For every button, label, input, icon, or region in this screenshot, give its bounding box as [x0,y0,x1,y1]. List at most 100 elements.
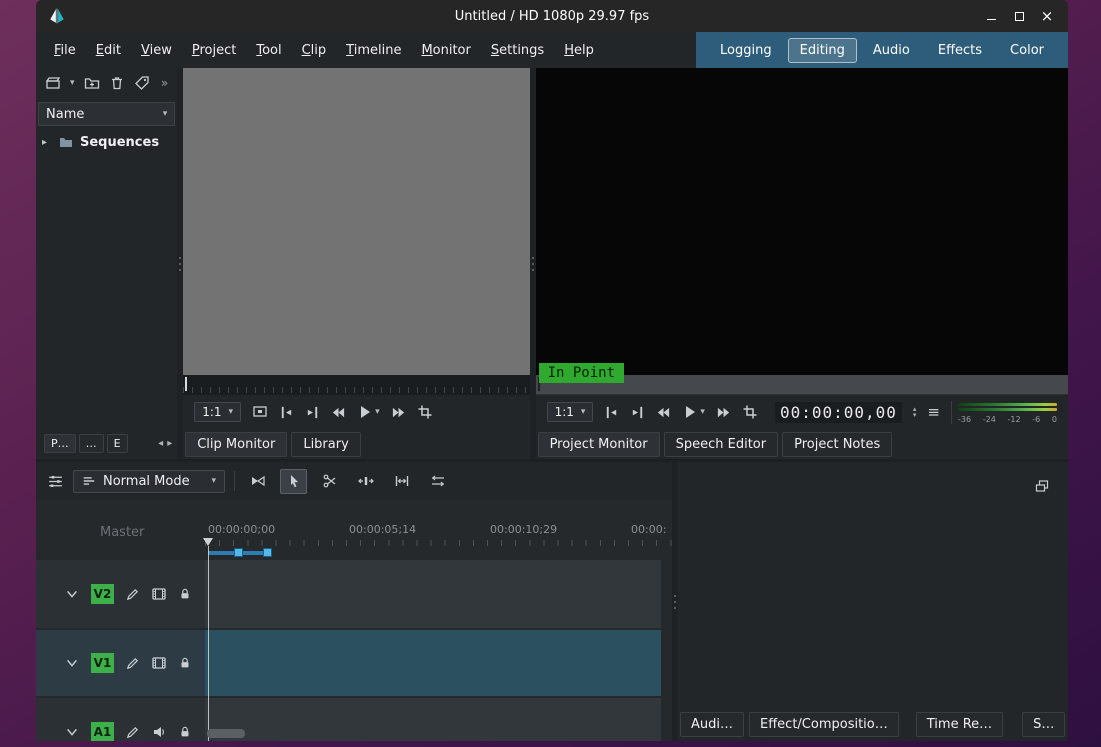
collapse-track-icon[interactable] [64,587,80,601]
toolbar-overflow-icon[interactable]: » [161,76,168,90]
tab-project-monitor[interactable]: Project Monitor [538,432,660,457]
bin-tab-middle[interactable]: … [79,434,104,453]
rewind-icon[interactable] [331,405,346,420]
tab-subtitles[interactable]: S… [1022,712,1065,737]
workspace-tab-logging[interactable]: Logging [708,38,784,63]
tab-effect-composition-stack[interactable]: Effect/Compositio… [749,712,899,737]
video-track-icon[interactable] [151,655,167,671]
collapse-track-icon[interactable] [64,725,80,739]
lock-track-icon[interactable] [178,656,192,670]
menu-timeline[interactable]: Timeline [336,39,411,62]
fast-forward-icon[interactable] [391,405,406,420]
timeline-horizontal-scrollbar[interactable] [207,729,245,738]
tab-audio-mixer[interactable]: Audi… [680,712,744,737]
track-lane-v1[interactable] [205,630,661,696]
slip-tool-icon[interactable] [424,469,451,494]
add-clip-icon[interactable] [45,75,61,91]
lock-track-icon[interactable] [178,587,192,601]
track-badge[interactable]: A1 [91,722,114,741]
close-button[interactable]: × [1040,9,1054,23]
menu-file[interactable]: File [44,39,86,62]
mix-clips-icon[interactable] [244,469,271,494]
bin-tab-e[interactable]: E [107,434,128,453]
set-in-point-icon[interactable] [604,405,619,420]
tab-clip-monitor[interactable]: Clip Monitor [185,432,287,457]
fast-forward-icon[interactable] [716,405,731,420]
loop-zone-icon[interactable] [742,404,758,420]
tags-icon[interactable] [134,75,150,91]
spacer-tool-icon[interactable] [352,469,379,494]
workspace-tab-editing[interactable]: Editing [788,38,857,63]
menu-settings[interactable]: Settings [481,39,554,62]
tab-project-notes[interactable]: Project Notes [782,432,892,457]
monitor-menu-icon[interactable]: ≡ [927,403,940,421]
lock-track-icon[interactable] [178,725,192,739]
timeline-ruler[interactable]: 00:00:00;00 00:00:05;14 00:00:10;29 00:0… [205,518,672,546]
set-out-point-icon[interactable] [630,405,645,420]
razor-tool-icon[interactable] [316,469,343,494]
track-header-v1[interactable]: V1 [36,630,205,696]
rewind-icon[interactable] [656,405,671,420]
edit-track-icon[interactable] [125,656,140,671]
seek-position-marker[interactable] [185,377,187,391]
set-out-point-icon[interactable] [305,405,320,420]
float-panel-icon[interactable] [1034,478,1050,494]
edit-mode-select[interactable]: Normal Mode ▾ [73,470,225,493]
maximize-button[interactable] [1012,9,1026,23]
bin-sort-header[interactable]: Name ▾ [38,102,175,126]
menu-help[interactable]: Help [554,39,604,62]
play-options-icon[interactable]: ▾ [375,408,380,417]
menu-view[interactable]: View [131,39,182,62]
track-header-a1[interactable]: A1 [36,698,205,741]
bin-item-sequences[interactable]: ▸ Sequences [36,132,177,152]
workspace-tab-effects[interactable]: Effects [926,38,994,63]
bin-tree[interactable]: ▸ Sequences [36,126,177,431]
timecode-display[interactable]: 00:00:00,00 [775,402,902,423]
video-track-icon[interactable] [151,586,167,602]
tab-scroll-right-icon[interactable]: ▸ [167,438,172,449]
selection-tool-icon[interactable] [280,469,307,494]
track-header-v2[interactable]: V2 [36,560,205,628]
clip-zoom-select[interactable]: 1:1 ▾ [194,402,241,422]
tab-time-remapping[interactable]: Time Re… [916,712,1003,737]
track-badge[interactable]: V2 [91,584,114,604]
minimize-button[interactable] [984,9,998,23]
menu-monitor[interactable]: Monitor [411,39,480,62]
track-lane-a1[interactable] [205,698,661,741]
track-badge[interactable]: V1 [91,653,114,673]
track-lane-v2[interactable] [205,560,661,628]
loop-zone-icon[interactable] [417,404,433,420]
tab-speech-editor[interactable]: Speech Editor [664,432,779,457]
spin-down-icon[interactable]: ▾ [913,413,917,418]
timeline-zone-bar[interactable] [205,546,672,560]
titlebar[interactable]: Untitled / HD 1080p 29.97 fps × [36,0,1068,32]
menu-project[interactable]: Project [182,39,247,62]
set-in-point-icon[interactable] [279,405,294,420]
timeline-settings-icon[interactable] [47,473,64,490]
play-icon[interactable] [682,404,698,420]
timecode-spinner[interactable]: ▴ ▾ [913,407,917,418]
bin-tab-project[interactable]: P… [44,434,76,453]
create-folder-icon[interactable] [84,75,100,91]
tab-library[interactable]: Library [291,432,360,457]
play-options-icon[interactable]: ▾ [700,408,705,417]
menu-edit[interactable]: Edit [86,39,131,62]
zone-handle[interactable] [234,548,243,557]
edit-track-icon[interactable] [125,725,140,740]
delete-icon[interactable] [109,75,125,91]
zone-insert-icon[interactable] [252,404,268,420]
project-zoom-select[interactable]: 1:1 ▾ [547,402,594,422]
zone-handle[interactable] [263,548,272,557]
master-effects-button[interactable]: Master [100,525,144,540]
collapse-track-icon[interactable] [64,656,80,670]
workspace-tab-color[interactable]: Color [998,38,1056,63]
edit-track-icon[interactable] [125,587,140,602]
play-icon[interactable] [357,404,373,420]
menu-clip[interactable]: Clip [292,39,337,62]
audio-track-icon[interactable] [151,724,167,740]
tree-expander-icon[interactable]: ▸ [42,137,52,148]
ripple-tool-icon[interactable] [388,469,415,494]
add-clip-dropdown-icon[interactable]: ▾ [70,79,75,88]
playhead[interactable] [208,546,209,741]
workspace-tab-audio[interactable]: Audio [861,38,922,63]
